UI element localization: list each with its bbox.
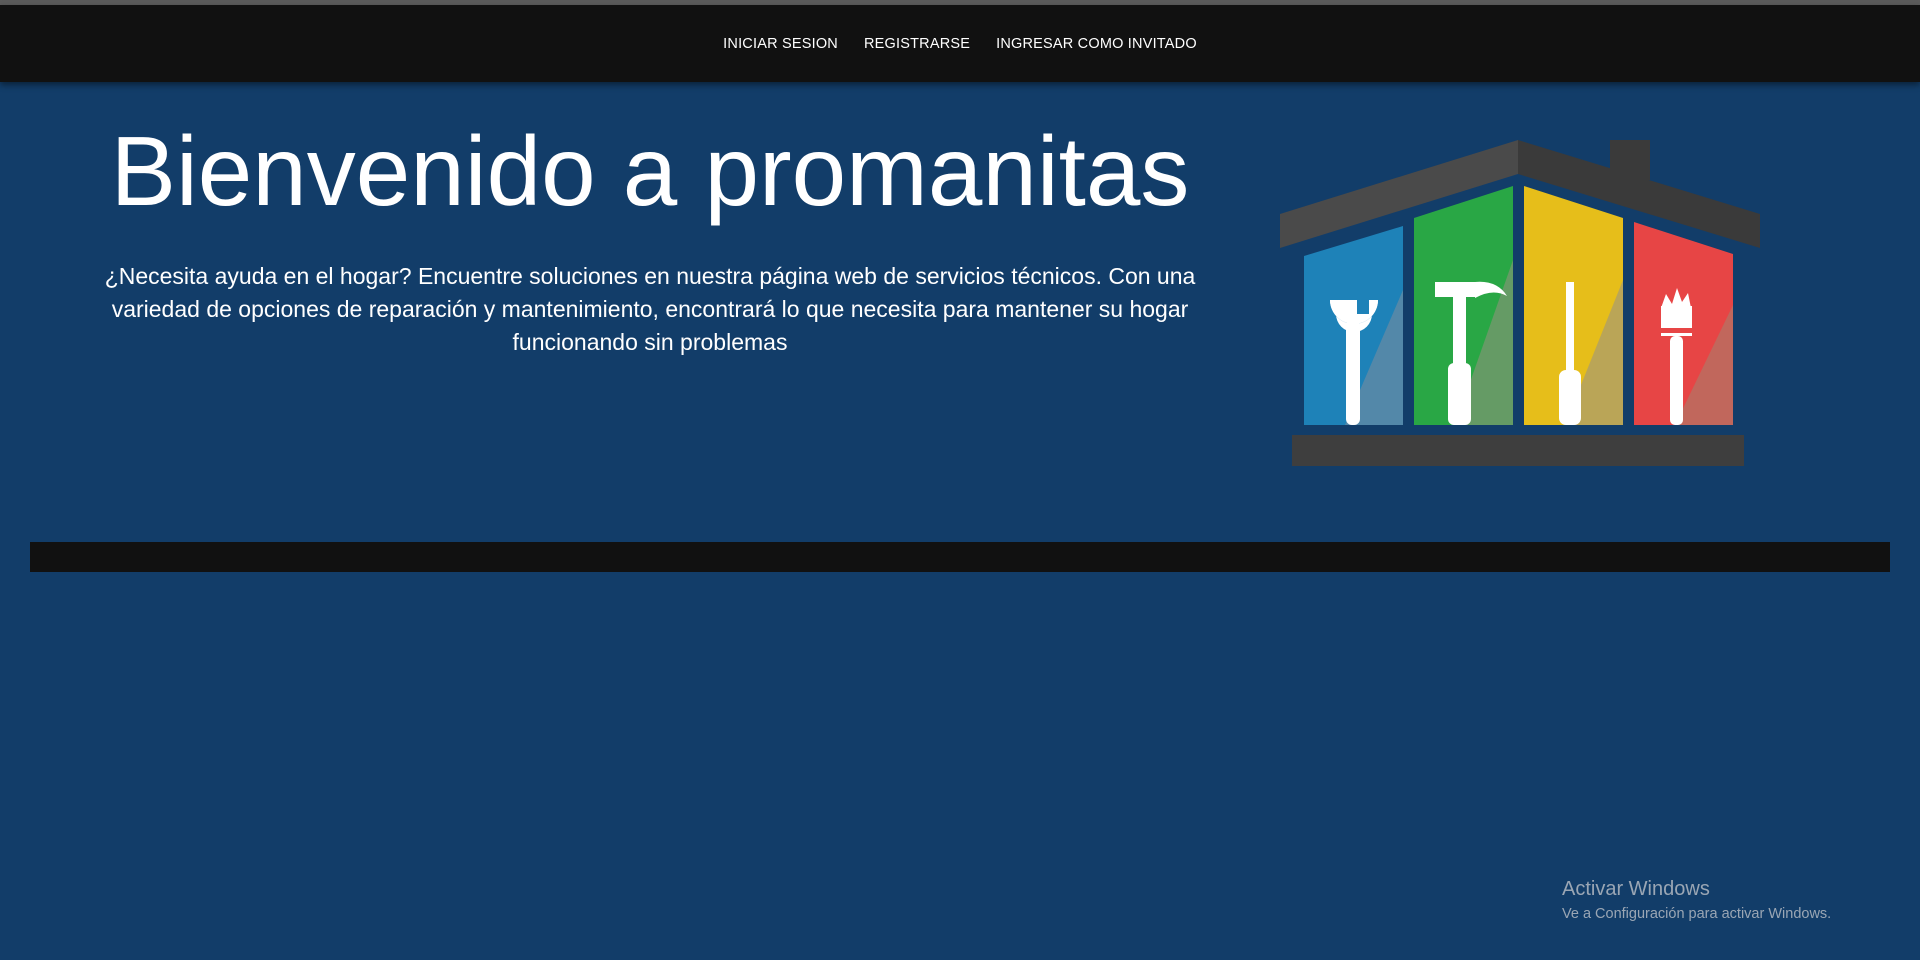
nav-guest-link[interactable]: INGRESAR COMO INVITADO (996, 36, 1197, 52)
windows-activation-title: Activar Windows (1562, 878, 1710, 900)
nav-login-link[interactable]: INICIAR SESION (723, 36, 838, 52)
windows-activation-subtitle: Ve a Configuración para activar Windows. (1562, 906, 1832, 922)
house-base (1292, 435, 1744, 466)
house-tools-logo (1280, 140, 1760, 466)
content-divider-bar (30, 542, 1890, 572)
chimney-shape (1610, 140, 1650, 180)
hero-description: ¿Necesita ayuda en el hogar? Encuentre s… (104, 263, 1196, 355)
nav-register-link[interactable]: REGISTRARSE (864, 36, 970, 52)
top-navbar: INICIAR SESION REGISTRARSE INGRESAR COMO… (0, 5, 1920, 82)
hero-title: Bienvenido a promanitas (110, 116, 1190, 226)
